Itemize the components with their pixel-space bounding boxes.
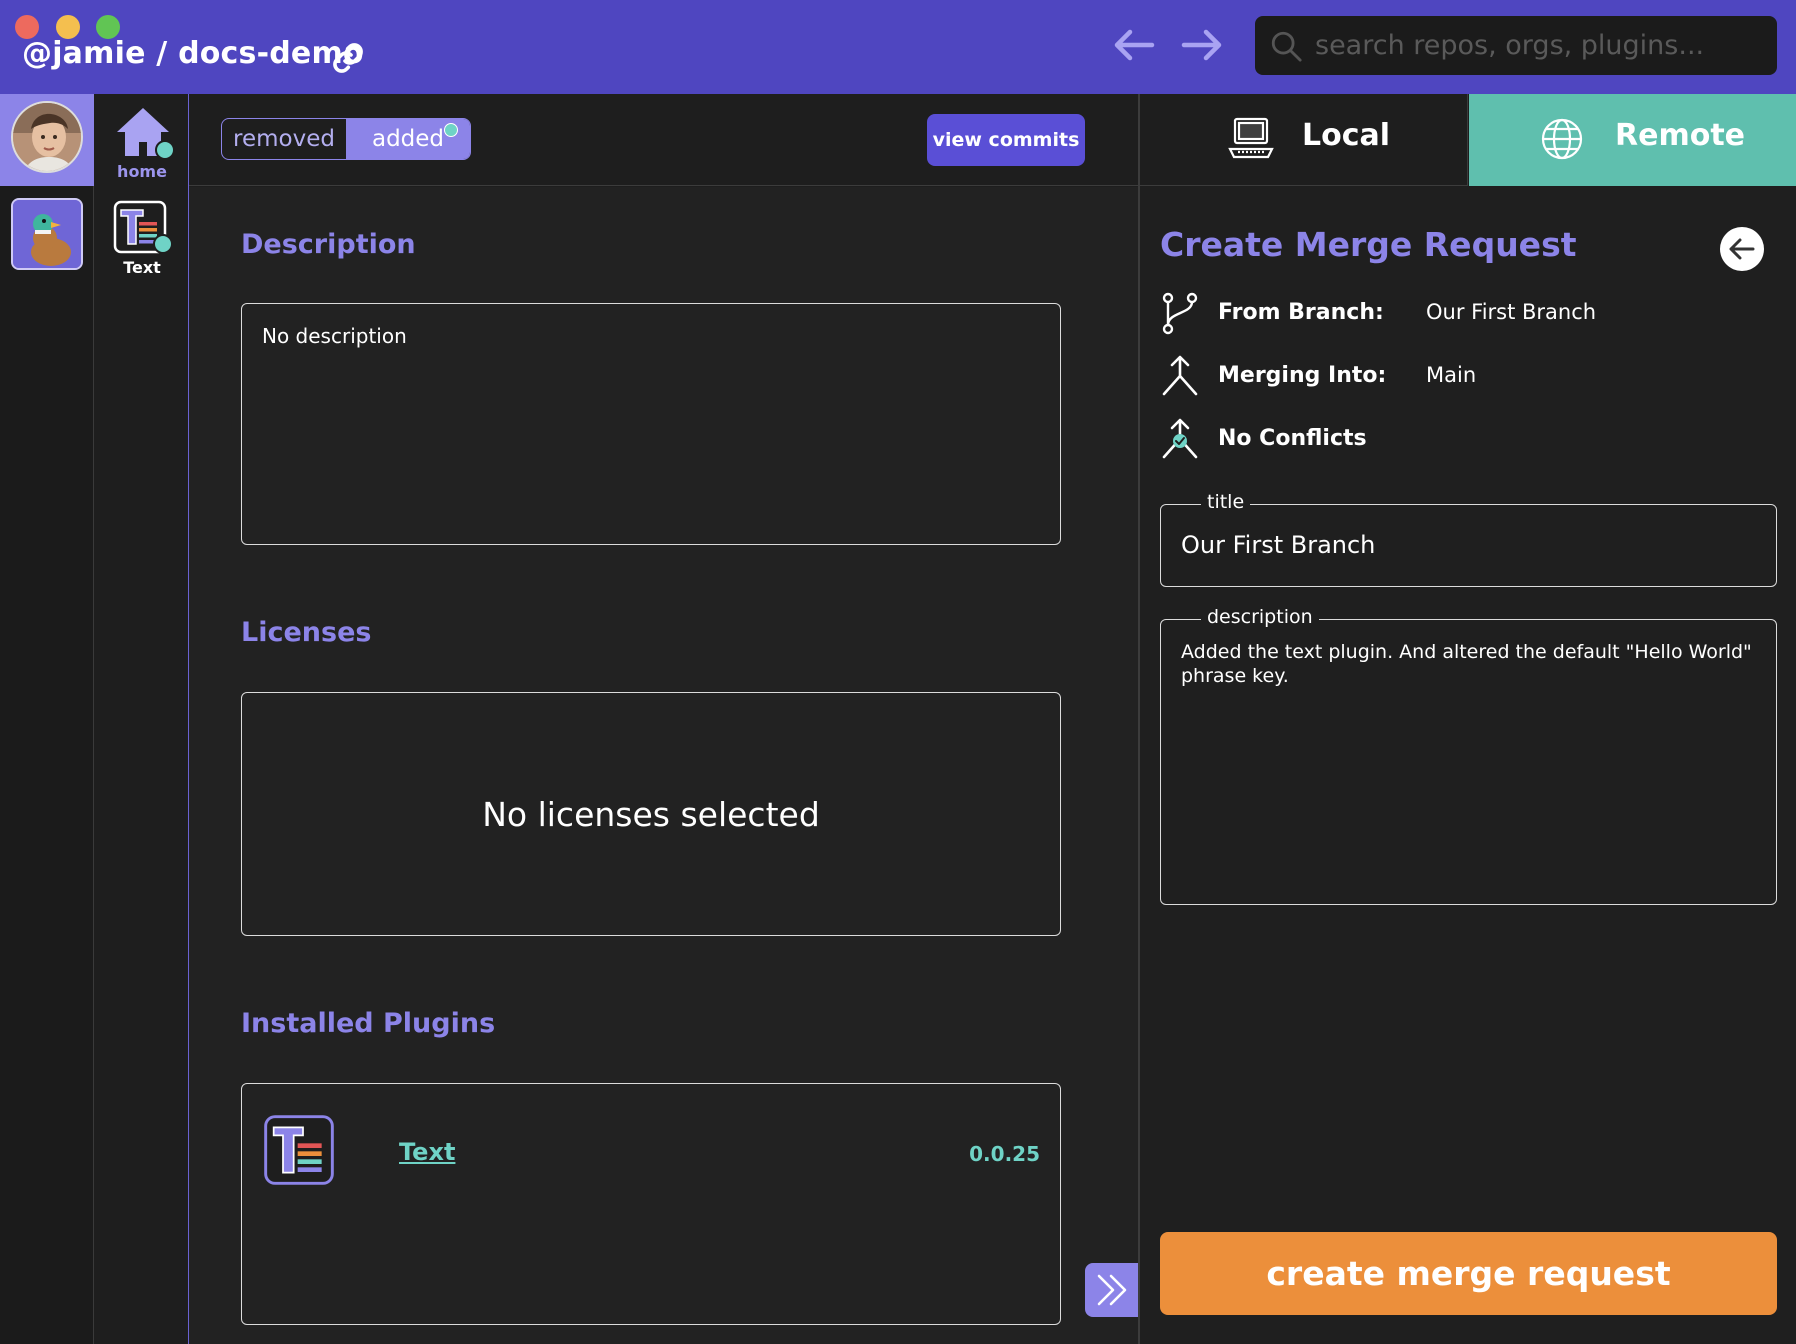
search-icon — [1269, 29, 1303, 67]
repo-details: Description No description Licenses No l… — [189, 187, 1139, 1344]
description-field: description Added the text plugin. And a… — [1160, 606, 1777, 905]
toggle-added-label: added — [371, 126, 445, 152]
home-label: home — [117, 162, 167, 181]
plugin-name-link[interactable]: Text — [399, 1138, 455, 1166]
toggle-added-dot — [444, 123, 458, 137]
no-conflicts-label: No Conflicts — [1218, 426, 1367, 451]
installed-plugins-title: Installed Plugins — [241, 1008, 496, 1039]
org-duck-logo[interactable] — [11, 198, 83, 270]
avatar[interactable] — [11, 101, 83, 173]
description-textarea[interactable]: Added the text plugin. And altered the d… — [1181, 640, 1766, 890]
branch-icon — [1160, 291, 1200, 335]
back-arrow-icon[interactable] — [1112, 28, 1156, 66]
search-box[interactable] — [1255, 16, 1777, 75]
center-toolbar: removed added view commits — [189, 94, 1138, 186]
from-branch-value: Our First Branch — [1426, 300, 1597, 324]
globe-icon — [1539, 116, 1585, 166]
conflicts-row: No Conflicts — [1160, 417, 1780, 461]
licenses-card: No licenses selected — [241, 692, 1061, 936]
merging-into-label: Merging Into: — [1218, 363, 1387, 388]
diff-toggle[interactable]: removed added — [221, 118, 471, 160]
view-commits-button[interactable]: view commits — [927, 114, 1085, 166]
description-legend: description — [1201, 606, 1319, 628]
link-icon[interactable] — [330, 40, 366, 80]
description-text: No description — [262, 324, 407, 348]
merge-request-panel: Create Merge Request From Branch: Our Fi… — [1140, 187, 1796, 1344]
plugin-status-dot — [153, 234, 173, 254]
repo-title: @jamie / docs-demo — [22, 36, 364, 71]
tab-local-label: Local — [1302, 118, 1391, 153]
merging-into-value: Main — [1426, 363, 1477, 387]
description-title: Description — [241, 229, 416, 260]
installed-plugins-card: Text 0.0.25 — [241, 1083, 1061, 1325]
title-bar: @jamie / docs-demo — [0, 0, 1796, 94]
title-field: title — [1160, 491, 1777, 587]
text-plugin-label: Text — [123, 258, 161, 277]
merging-into-row: Merging Into: Main — [1160, 354, 1780, 398]
no-conflicts-icon — [1160, 417, 1200, 461]
forward-arrow-icon[interactable] — [1180, 28, 1224, 66]
tab-remote[interactable]: Remote — [1469, 94, 1796, 186]
account-highlight — [0, 94, 94, 186]
licenses-empty-text: No licenses selected — [482, 794, 820, 834]
description-card: No description — [241, 303, 1061, 545]
title-input[interactable] — [1181, 523, 1761, 567]
plugin-rail: home Text — [95, 94, 189, 1344]
from-branch-row: From Branch: Our First Branch — [1160, 291, 1780, 335]
search-input[interactable] — [1315, 24, 1755, 66]
plugin-version: 0.0.25 — [969, 1142, 1040, 1166]
account-rail — [0, 94, 94, 1344]
laptop-icon — [1228, 116, 1274, 164]
title-legend: title — [1201, 491, 1251, 513]
expand-panel-button[interactable] — [1085, 1263, 1139, 1317]
toggle-added[interactable]: added — [346, 119, 470, 159]
merge-icon — [1160, 354, 1200, 398]
merge-request-title: Create Merge Request — [1160, 225, 1577, 264]
tab-remote-label: Remote — [1615, 118, 1746, 153]
from-branch-label: From Branch: — [1218, 300, 1384, 325]
licenses-title: Licenses — [241, 617, 372, 648]
tab-local[interactable]: Local — [1140, 94, 1468, 186]
back-circle-icon[interactable] — [1720, 227, 1764, 271]
home-status-dot — [155, 140, 175, 160]
double-chevron-right-icon — [1093, 1273, 1131, 1311]
text-plugin-icon — [262, 1114, 336, 1186]
create-merge-request-button[interactable]: create merge request — [1160, 1232, 1777, 1315]
toggle-removed[interactable]: removed — [222, 119, 346, 159]
